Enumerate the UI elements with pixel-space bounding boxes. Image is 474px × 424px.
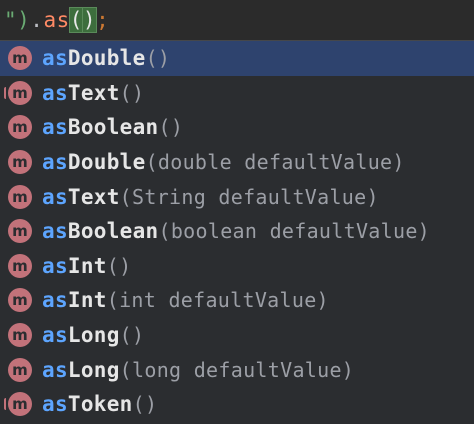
completion-item[interactable]: m asLong()	[0, 318, 474, 353]
code-string-end: ")	[4, 8, 31, 32]
completion-match-text: as	[42, 115, 68, 140]
method-icon: m	[4, 80, 32, 105]
method-icon: m	[8, 115, 32, 140]
code-dot: .	[30, 8, 44, 32]
completion-match-text: as	[42, 253, 68, 278]
completion-method-name: Long	[67, 323, 120, 348]
method-icon: m	[8, 253, 32, 278]
method-icon: m	[8, 46, 32, 71]
completion-params: ()	[119, 80, 145, 105]
completion-match-text: as	[42, 392, 68, 417]
completion-match-text: as	[42, 150, 68, 175]
completion-method-name: Boolean	[67, 115, 159, 140]
completion-params: (long defaultValue)	[119, 357, 355, 382]
completion-params: ()	[158, 115, 184, 140]
method-icon: m	[8, 219, 32, 244]
completion-match-text: as	[42, 184, 68, 209]
completion-item[interactable]: m asLong(long defaultValue)	[0, 352, 474, 387]
completion-item[interactable]: m asDouble(double defaultValue)	[0, 145, 474, 180]
completion-match-text: as	[42, 219, 68, 244]
completion-params: (boolean defaultValue)	[158, 219, 431, 244]
completion-match-text: as	[42, 357, 68, 382]
code-method-name: as	[43, 8, 70, 32]
code-editor-line[interactable]: "). as();	[0, 0, 474, 40]
completion-method-name: Boolean	[67, 219, 159, 244]
method-icon: m	[8, 357, 32, 382]
code-semicolon: ;	[96, 8, 110, 32]
completion-match-text: as	[42, 80, 68, 105]
completion-item[interactable]: m asToken()	[0, 387, 474, 422]
completion-item[interactable]: m asText()	[0, 76, 474, 111]
completion-params: (String defaultValue)	[119, 184, 379, 209]
completion-method-name: Double	[67, 150, 146, 175]
completion-item[interactable]: m asText(String defaultValue)	[0, 179, 474, 214]
completion-method-name: Long	[67, 357, 120, 382]
code-paren-open: (	[68, 7, 84, 33]
completion-params: ()	[145, 46, 171, 71]
completion-method-name: Token	[67, 392, 133, 417]
code-paren-close: )	[81, 7, 98, 33]
method-icon: m	[4, 392, 32, 417]
completion-match-text: as	[42, 323, 68, 348]
completion-params: (int defaultValue)	[106, 288, 329, 313]
completion-params: ()	[132, 392, 158, 417]
completion-item[interactable]: m asBoolean(boolean defaultValue)	[0, 214, 474, 249]
completion-params: ()	[119, 323, 145, 348]
code-completion-popup[interactable]: m asDouble() m asText() m asBoolean() m …	[0, 40, 474, 424]
completion-match-text: as	[42, 288, 68, 313]
completion-method-name: Double	[67, 46, 146, 71]
method-icon: m	[8, 150, 32, 175]
method-icon: m	[8, 288, 32, 313]
completion-item[interactable]: m asBoolean()	[0, 110, 474, 145]
completion-params: (double defaultValue)	[145, 150, 405, 175]
method-icon: m	[8, 184, 32, 209]
method-icon: m	[8, 323, 32, 348]
completion-match-text: as	[42, 46, 68, 71]
completion-method-name: Text	[67, 80, 120, 105]
completion-item[interactable]: m asDouble()	[0, 41, 474, 76]
completion-method-name: Text	[67, 184, 120, 209]
completion-item[interactable]: m asInt(int defaultValue)	[0, 283, 474, 318]
completion-params: ()	[106, 253, 132, 278]
completion-method-name: Int	[67, 288, 107, 313]
completion-item[interactable]: m asInt()	[0, 249, 474, 284]
completion-method-name: Int	[67, 253, 107, 278]
